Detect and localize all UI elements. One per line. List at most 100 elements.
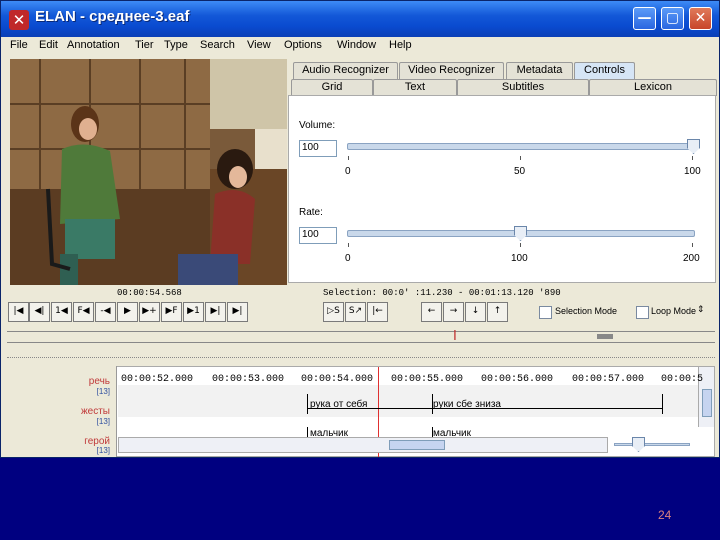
tab-video-recognizer[interactable]: Video Recognizer	[399, 62, 504, 79]
previous-frame-button[interactable]: ◀|	[29, 302, 50, 322]
horizontal-scrollbar[interactable]	[118, 437, 608, 453]
volume-tick	[520, 156, 521, 160]
splitter[interactable]	[7, 357, 715, 360]
clear-selection-button[interactable]: S↗	[345, 302, 366, 322]
menu-window[interactable]: Window	[337, 39, 376, 51]
selection-info: Selection: 00:0' :11.230 - 00:01:13.120 …	[323, 288, 561, 298]
maximize-button[interactable]: ▢	[661, 7, 684, 30]
tab-controls[interactable]: Controls	[574, 62, 635, 79]
rate-tick	[348, 243, 349, 247]
rate-field[interactable]: 100	[299, 227, 337, 244]
media-time: 00:00:54.568	[117, 288, 182, 298]
selection-mode-checkbox[interactable]	[539, 306, 552, 319]
menu-bar: File Edit Annotation Tier Type Search Vi…	[1, 37, 719, 55]
annotation-boundary	[662, 394, 663, 414]
previous-second-button[interactable]: 1◀	[51, 302, 72, 322]
rate-tick	[520, 243, 521, 247]
window-title: ELAN - среднее-3.eaf	[35, 8, 190, 25]
scroll-thumb[interactable]	[597, 334, 613, 339]
next-pixel-button[interactable]: ▶F	[161, 302, 182, 322]
time-ruler-label: 00:00:56.000	[481, 374, 554, 385]
tab-text[interactable]: Text	[373, 79, 457, 96]
tier-name[interactable]: речь	[89, 376, 110, 387]
zoom-slider-track[interactable]	[614, 443, 690, 446]
menu-annotation[interactable]: Annotation	[67, 39, 120, 51]
volume-field[interactable]: 100	[299, 140, 337, 157]
time-ruler-label: 00:00:55.000	[391, 374, 464, 385]
rate-tick-label: 0	[345, 253, 351, 264]
menu-view[interactable]: View	[247, 39, 271, 51]
rate-tick-label: 100	[511, 253, 528, 264]
annotation-down-button[interactable]: ↓	[465, 302, 486, 322]
play-selection-button[interactable]: ▷S	[323, 302, 344, 322]
tab-grid[interactable]: Grid	[291, 79, 373, 96]
tab-subtitles[interactable]: Subtitles	[457, 79, 589, 96]
controls-panel	[288, 95, 716, 283]
go-to-begin-button[interactable]: |◀	[8, 302, 29, 322]
horizontal-scroll-thumb[interactable]	[389, 440, 445, 450]
volume-slider-track[interactable]	[347, 143, 695, 150]
go-to-end-button[interactable]: ▶|	[227, 302, 248, 322]
menu-type[interactable]: Type	[164, 39, 188, 51]
selection-boundary-button[interactable]: |←	[367, 302, 388, 322]
crosshair-cursor-icon: I	[453, 329, 457, 344]
close-button[interactable]: ✕	[689, 7, 712, 30]
vertical-scroll-thumb[interactable]	[702, 389, 712, 417]
step-forward-button[interactable]: ▶+	[139, 302, 160, 322]
next-annotation-button[interactable]: →	[443, 302, 464, 322]
volume-label: Volume:	[299, 120, 336, 131]
step-back-button[interactable]: -◀	[95, 302, 116, 322]
annotation[interactable]: мальчик	[310, 428, 348, 439]
zoom-slider-thumb[interactable]	[632, 437, 645, 452]
slide-number: 24	[658, 508, 672, 522]
video-viewer[interactable]	[10, 59, 287, 285]
rate-spinner-icon[interactable]: ⇕	[697, 304, 705, 315]
media-scroll-bar[interactable]	[7, 331, 715, 343]
time-ruler-label: 00:00:53.000	[212, 374, 285, 385]
menu-edit[interactable]: Edit	[39, 39, 58, 51]
tab-lexicon[interactable]: Lexicon	[589, 79, 717, 96]
loop-mode-checkbox[interactable]	[636, 306, 649, 319]
annotation-up-button[interactable]: ↑	[487, 302, 508, 322]
next-frame-button[interactable]: ▶|	[205, 302, 226, 322]
tier-count: [13]	[96, 417, 110, 426]
time-ruler-label: 00:00:52.000	[121, 374, 194, 385]
tier-count: [13]	[96, 446, 110, 455]
menu-file[interactable]: File	[10, 39, 28, 51]
previous-pixel-button[interactable]: F◀	[73, 302, 94, 322]
tier-name[interactable]: жесты	[81, 406, 110, 417]
menu-help[interactable]: Help	[389, 39, 412, 51]
rate-tick	[692, 243, 693, 247]
annotation-boundary	[307, 394, 308, 414]
tier-count: [13]	[96, 387, 110, 396]
loop-mode-label: Loop Mode	[651, 306, 697, 316]
video-frame-image	[10, 59, 287, 285]
annotation[interactable]: мальчик	[433, 428, 471, 439]
annotation[interactable]: рука от себя	[310, 399, 367, 410]
menu-tier[interactable]: Tier	[135, 39, 154, 51]
player-controls: |◀ ◀| 1◀ F◀ -◀ ▶ ▶+ ▶F ▶1 ▶| ▶| ▷S S↗ |←…	[5, 302, 717, 322]
menu-search[interactable]: Search	[200, 39, 235, 51]
title-bar[interactable]: ✕ ELAN - среднее-3.eaf — ▢ ✕	[1, 1, 719, 37]
tier-row-bg	[118, 385, 698, 417]
time-ruler-label: 00:00:54.000	[301, 374, 374, 385]
minimize-button[interactable]: —	[633, 7, 656, 30]
play-button[interactable]: ▶	[117, 302, 138, 322]
selection-mode-label: Selection Mode	[555, 306, 618, 316]
volume-tick	[692, 156, 693, 160]
elan-icon: ✕	[9, 10, 29, 30]
prev-annotation-button[interactable]: ←	[421, 302, 442, 322]
annotation[interactable]: руки сбе знизa	[433, 399, 501, 410]
next-second-button[interactable]: ▶1	[183, 302, 204, 322]
rate-label: Rate:	[299, 207, 323, 218]
volume-tick-label: 0	[345, 166, 351, 177]
volume-tick-label: 100	[684, 166, 701, 177]
menu-options[interactable]: Options	[284, 39, 322, 51]
rate-tick-label: 200	[683, 253, 700, 264]
elan-window: ✕ ELAN - среднее-3.eaf — ▢ ✕ File Edit A…	[0, 0, 720, 458]
volume-tick	[348, 156, 349, 160]
tab-metadata[interactable]: Metadata	[506, 62, 573, 79]
time-ruler-label: 00:00:57.000	[572, 374, 645, 385]
tier-labels-panel: речь [13] жесты [13] герой [13]	[7, 366, 117, 457]
tab-audio-recognizer[interactable]: Audio Recognizer	[293, 62, 398, 79]
